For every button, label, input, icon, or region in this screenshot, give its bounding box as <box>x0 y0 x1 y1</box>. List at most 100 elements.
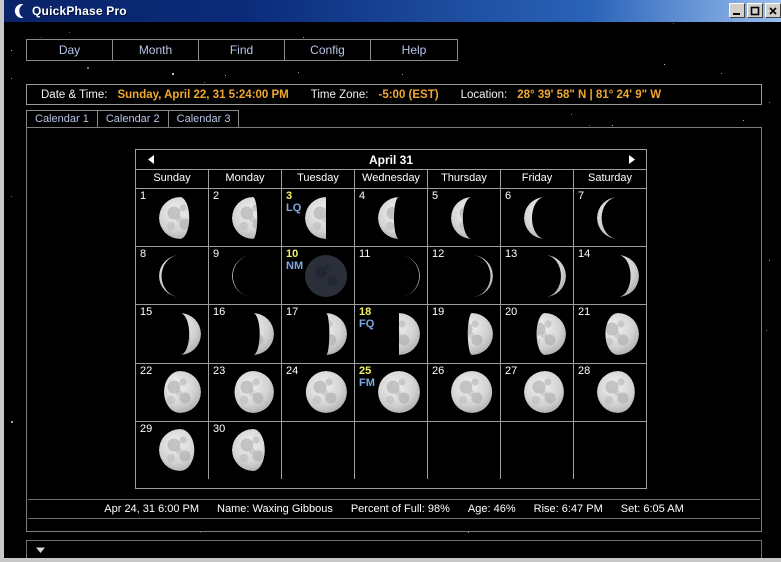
status-name: Name: Waxing Gibbous <box>217 503 333 515</box>
dow-thursday: Thursday <box>428 170 501 188</box>
calendar-day-cell[interactable]: 15 <box>136 305 209 363</box>
nav-button-config[interactable]: Config <box>285 40 371 60</box>
day-number: 19 <box>432 306 445 319</box>
moon-phase-icon <box>304 196 348 240</box>
day-number: 24 <box>286 364 299 377</box>
calendar-day-cell[interactable]: 29 <box>136 421 209 479</box>
calendar-day-cell[interactable]: 3 LQ <box>282 189 355 247</box>
prev-month-arrow-icon[interactable] <box>140 150 162 169</box>
minimize-button[interactable] <box>729 3 745 18</box>
calendar-empty-cell <box>501 421 574 479</box>
calendar-empty-cell <box>282 421 355 479</box>
calendar-day-cell[interactable]: 1 <box>136 189 209 247</box>
nav-button-month[interactable]: Month <box>113 40 199 60</box>
phase-label: FM <box>359 376 375 389</box>
day-number: 23 <box>213 364 226 377</box>
calendar-empty-cell <box>574 422 646 479</box>
day-of-week-header: Sunday Monday Tuesday Wednesday Thursday… <box>136 170 646 189</box>
dow-saturday: Saturday <box>587 172 633 184</box>
moon-phase-icon <box>231 312 275 356</box>
status-set: Set: 6:05 AM <box>621 503 684 515</box>
moon-phase-icon <box>523 254 567 298</box>
calendar-day-cell[interactable]: 23 <box>209 363 282 421</box>
maximize-button[interactable] <box>747 3 763 18</box>
moon-phase-icon <box>304 370 348 414</box>
moon-phase-icon <box>231 370 275 414</box>
day-number: 16 <box>213 306 226 319</box>
status-age-label: Age: <box>467 503 491 515</box>
dow-wednesday: Wednesday <box>355 170 428 188</box>
nav-button-day[interactable]: Day <box>27 40 113 60</box>
calendar-day-cell[interactable]: 11 <box>355 247 428 305</box>
status-set-value: 6:05 AM <box>643 503 684 515</box>
status-date: Apr 24, 31 6:00 PM <box>104 503 200 515</box>
day-number: 28 <box>578 364 591 377</box>
calendar-day-cell[interactable]: 17 <box>282 305 355 363</box>
status-name-label: Name: <box>217 503 250 515</box>
calendar-day-cell[interactable]: 25 FM <box>355 363 428 421</box>
calendar-day-cell[interactable]: 12 <box>428 247 501 305</box>
moon-phase-icon <box>596 370 640 414</box>
calendar-week-row: 8 9 10 NM 11 12 13 14 <box>136 247 646 306</box>
moon-phase-icon <box>231 254 275 298</box>
moon-phase-icon <box>158 370 202 414</box>
calendar-day-cell[interactable]: 6 <box>501 189 574 247</box>
calendar-day-cell[interactable]: 13 <box>501 247 574 305</box>
title-bar[interactable]: QuickPhase Pro <box>4 0 781 22</box>
day-number: 20 <box>505 306 518 319</box>
moon-phase-icon <box>523 312 567 356</box>
calendar-day-cell[interactable]: 8 <box>136 247 209 305</box>
day-number: 21 <box>578 306 591 319</box>
tab-calendar-1[interactable]: Calendar 1 <box>26 110 98 128</box>
moon-phase-icon <box>158 428 202 472</box>
month-calendar: April 31 Sunday Monday Tuesday Wednesday… <box>135 149 647 489</box>
calendar-week-row: 15 16 17 18 FQ 19 20 21 <box>136 305 646 364</box>
calendar-day-cell[interactable]: 7 <box>574 189 646 246</box>
status-rise-value: 6:47 PM <box>561 503 603 515</box>
calendar-day-cell[interactable]: 21 <box>574 305 646 362</box>
calendar-day-cell[interactable]: 14 <box>574 247 646 304</box>
nav-button-help[interactable]: Help <box>371 40 457 60</box>
dow-tuesday: Tuesday <box>282 170 355 188</box>
calendar-day-cell[interactable]: 5 <box>428 189 501 247</box>
day-number: 30 <box>213 422 226 435</box>
calendar-tab-bar: Calendar 1 Calendar 2 Calendar 3 <box>26 110 240 128</box>
calendar-day-cell[interactable]: 19 <box>428 305 501 363</box>
main-toolbar: Day Month Find Config Help <box>26 39 458 61</box>
phase-label: NM <box>286 260 304 273</box>
calendar-day-cell[interactable]: 16 <box>209 305 282 363</box>
calendar-day-cell[interactable]: 9 <box>209 247 282 305</box>
day-number: 1 <box>140 190 147 202</box>
status-rise: Rise: 6:47 PM <box>534 503 603 515</box>
tab-calendar-3[interactable]: Calendar 3 <box>167 110 240 128</box>
moon-phase-icon <box>596 312 640 356</box>
calendar-day-cell[interactable]: 28 <box>574 364 646 421</box>
dow-sunday: Sunday <box>136 170 209 188</box>
tab-calendar-2[interactable]: Calendar 2 <box>96 110 169 128</box>
bottom-expander-bar[interactable] <box>26 540 762 558</box>
calendar-day-cell[interactable]: 4 <box>355 189 428 247</box>
close-button[interactable] <box>765 3 781 18</box>
chevron-down-icon[interactable] <box>35 546 46 554</box>
nav-button-find[interactable]: Find <box>199 40 285 60</box>
calendar-day-cell[interactable]: 22 <box>136 363 209 421</box>
day-number: 7 <box>578 190 585 202</box>
phase-label: FQ <box>359 318 375 331</box>
next-month-arrow-icon[interactable] <box>620 150 642 169</box>
moon-phase-icon <box>523 370 567 414</box>
status-name-value: Waxing Gibbous <box>252 503 333 515</box>
status-age-value: 46% <box>493 503 516 515</box>
calendar-day-cell[interactable]: 20 <box>501 305 574 363</box>
moon-phase-icon <box>231 428 275 472</box>
calendar-day-cell[interactable]: 27 <box>501 363 574 421</box>
client-area: Day Month Find Config Help Date & Time: … <box>8 22 781 558</box>
calendar-day-cell[interactable]: 18 FQ <box>355 305 428 363</box>
phase-label: LQ <box>286 202 302 214</box>
calendar-day-cell[interactable]: 10 NM <box>282 247 355 305</box>
calendar-day-cell[interactable]: 24 <box>282 363 355 421</box>
calendar-day-cell[interactable]: 2 <box>209 189 282 247</box>
calendar-day-cell[interactable]: 26 <box>428 363 501 421</box>
day-number: 2 <box>213 190 220 202</box>
status-percent-value: 98% <box>427 503 450 515</box>
calendar-day-cell[interactable]: 30 <box>209 421 282 479</box>
